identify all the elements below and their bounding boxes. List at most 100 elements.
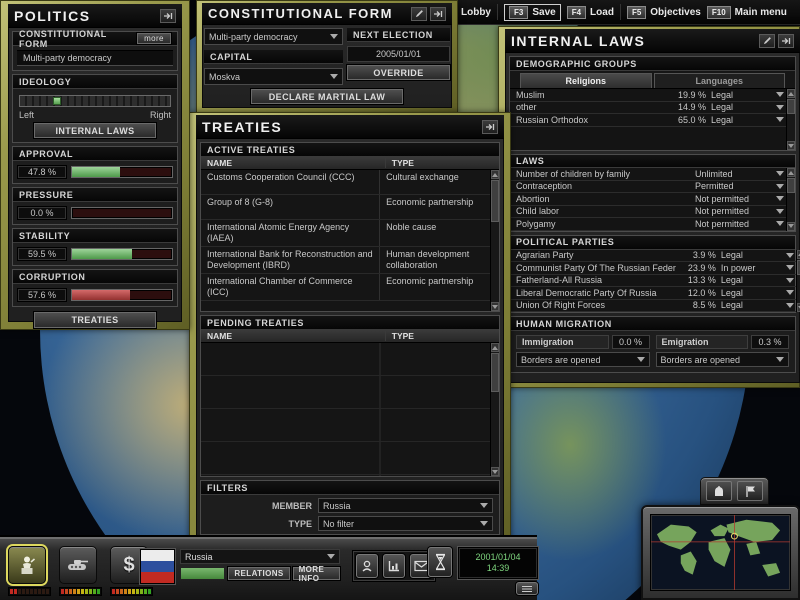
dropdown-arrow-icon[interactable]	[770, 171, 786, 176]
stats-button[interactable]	[383, 554, 405, 578]
military-mode-button[interactable]	[59, 546, 97, 584]
scroll-up-icon[interactable]	[787, 168, 795, 177]
law-row[interactable]: Contraception Permitted	[510, 181, 786, 194]
government-form-dropdown[interactable]: Multi-party democracy	[204, 28, 343, 45]
detach-arrow-icon[interactable]	[778, 34, 794, 48]
internal-laws-button[interactable]: INTERNAL LAWS	[34, 123, 156, 138]
treaty-row[interactable]: International Chamber of Commerce (ICC) …	[201, 274, 490, 301]
detach-arrow-icon[interactable]	[430, 7, 446, 21]
military-level-meter	[59, 587, 102, 596]
objectives-button[interactable]: F5 Objectives	[627, 6, 701, 19]
edit-icon[interactable]	[759, 34, 775, 48]
parties-scrollbar[interactable]	[796, 250, 800, 313]
scroll-up-icon[interactable]	[787, 89, 795, 98]
dropdown-arrow-icon[interactable]	[780, 278, 796, 283]
history-button[interactable]	[516, 582, 538, 595]
dropdown-arrow-icon[interactable]	[780, 265, 796, 270]
dropdown-arrow-icon[interactable]	[770, 209, 786, 214]
religion-name: other	[516, 102, 666, 112]
capitol-view-button[interactable]	[706, 481, 732, 501]
dropdown-arrow-icon[interactable]	[770, 221, 786, 226]
scroll-down-icon[interactable]	[491, 467, 499, 476]
treaty-row[interactable]: Customs Cooperation Council (CCC) Cultur…	[201, 170, 490, 195]
law-row[interactable]: Child labor Not permitted	[510, 206, 786, 219]
active-treaties-table-header: NAME TYPE	[201, 157, 499, 170]
more-button[interactable]: more	[137, 33, 171, 44]
laws-section: LAWS Number of children by family Unlimi…	[509, 154, 796, 232]
edit-icon[interactable]	[411, 7, 427, 21]
load-button[interactable]: F4 Load	[567, 6, 614, 19]
treaty-row[interactable]: International Atomic Energy Agency (IAEA…	[201, 220, 490, 247]
tab-languages[interactable]: Languages	[654, 73, 786, 88]
metric-value: 0.0 %	[17, 206, 67, 220]
main-menu-button[interactable]: F10 Main menu	[707, 6, 787, 19]
relations-button[interactable]: RELATIONS	[228, 567, 289, 580]
party-status: Legal	[716, 275, 780, 285]
detach-arrow-icon[interactable]	[160, 9, 176, 23]
politics-mode-button[interactable]	[8, 546, 46, 584]
scroll-down-icon[interactable]	[787, 222, 795, 231]
metric-bar	[71, 207, 173, 219]
empty-row	[201, 343, 490, 376]
f5-key-badge: F5	[627, 6, 646, 19]
treaty-row[interactable]: International Bank for Reconstruction an…	[201, 247, 490, 274]
member-filter-dropdown[interactable]: Russia	[318, 498, 493, 513]
immigration-policy-dropdown[interactable]: Borders are opened	[516, 352, 650, 367]
dropdown-arrow-icon[interactable]	[780, 290, 796, 295]
law-row[interactable]: Number of children by family Unlimited	[510, 168, 786, 181]
more-info-button[interactable]: MORE INFO	[293, 567, 340, 580]
dropdown-arrow-icon[interactable]	[780, 303, 796, 308]
time-speed-button[interactable]	[428, 547, 452, 577]
detach-arrow-icon[interactable]	[482, 120, 498, 134]
religion-row[interactable]: Russian Orthodox 65.0 % Legal	[510, 114, 786, 127]
capital-dropdown[interactable]: Moskva	[204, 68, 343, 85]
law-row[interactable]: Abortion Not permitted	[510, 193, 786, 206]
treaty-row[interactable]: Group of 8 (G-8) Economic partnership	[201, 195, 490, 220]
religion-row[interactable]: other 14.9 % Legal	[510, 102, 786, 115]
country-dropdown[interactable]: Russia	[180, 549, 340, 564]
scroll-up-icon[interactable]	[491, 170, 499, 179]
party-row[interactable]: Agrarian Party 3.9 % Legal	[510, 250, 796, 263]
tab-religions[interactable]: Religions	[520, 73, 652, 88]
scroll-down-icon[interactable]	[491, 302, 499, 311]
member-filter-label: MEMBER	[207, 501, 312, 511]
party-row[interactable]: Liberal Democratic Party Of Russia 12.0 …	[510, 287, 796, 300]
lobby-button[interactable]: Lobby	[461, 7, 491, 18]
dropdown-arrow-icon[interactable]	[770, 105, 786, 110]
world-minimap[interactable]	[650, 514, 791, 591]
religion-row[interactable]: Muslim 19.9 % Legal	[510, 89, 786, 102]
dropdown-arrow-icon[interactable]	[770, 196, 786, 201]
type-column-header: TYPE	[386, 331, 499, 341]
dropdown-arrow-icon[interactable]	[770, 184, 786, 189]
party-row[interactable]: Fatherland-All Russia 13.3 % Legal	[510, 275, 796, 288]
emigration-policy-dropdown[interactable]: Borders are opened	[656, 352, 790, 367]
ideology-section: IDEOLOGY Left Right INTERNAL LAWS	[12, 74, 178, 143]
ideology-slider-knob[interactable]	[53, 97, 61, 105]
scroll-down-icon[interactable]	[787, 141, 795, 150]
party-row[interactable]: Communist Party Of The Russian Feder 23.…	[510, 262, 796, 275]
party-name: Fatherland-All Russia	[516, 275, 676, 285]
metric-value: 57.6 %	[17, 288, 67, 302]
treaties-button[interactable]: TREATIES	[34, 312, 156, 328]
save-button[interactable]: F3 Save	[504, 4, 561, 21]
party-row[interactable]: Union Of Right Forces 8.5 % Legal	[510, 300, 796, 313]
dropdown-arrow-icon[interactable]	[770, 92, 786, 97]
dropdown-arrow-icon[interactable]	[780, 253, 796, 258]
scroll-up-icon[interactable]	[491, 343, 499, 352]
type-filter-dropdown[interactable]: No filter	[318, 516, 493, 531]
ideology-header: IDEOLOGY	[13, 75, 177, 89]
dropdown-arrow-icon[interactable]	[770, 117, 786, 122]
flag-view-button[interactable]	[737, 481, 763, 501]
party-status: Legal	[716, 300, 780, 310]
metric-bar-fill	[72, 167, 120, 177]
law-row[interactable]: Polygamy Not permitted	[510, 218, 786, 231]
override-button[interactable]: OVERRIDE	[347, 65, 450, 80]
declare-martial-law-button[interactable]: DECLARE MARTIAL LAW	[251, 89, 403, 104]
chat-button[interactable]	[356, 554, 378, 578]
religions-scrollbar[interactable]	[786, 89, 795, 150]
active-treaties-scrollbar[interactable]	[490, 170, 499, 311]
ideology-slider[interactable]	[19, 95, 171, 107]
pending-treaties-scrollbar[interactable]	[490, 343, 499, 476]
laws-scrollbar[interactable]	[786, 168, 795, 231]
hourglass-icon	[434, 553, 447, 571]
